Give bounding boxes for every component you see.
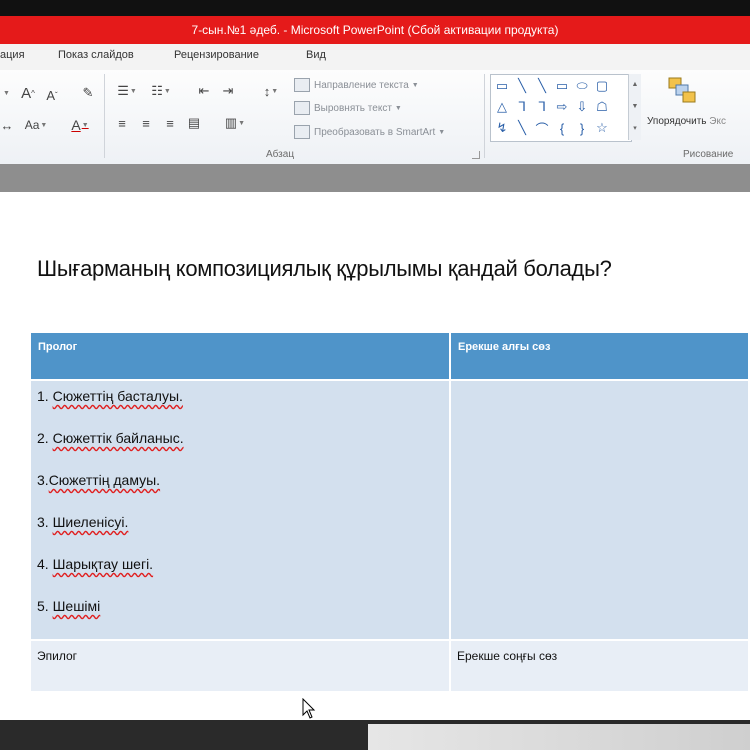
convert-smartart-button[interactable]: Преобразовать в SmartArt ▼ xyxy=(294,125,445,139)
font-group: ▼ A ^ Aˇ ✎ ↔ Aa ▼ A ▼ xyxy=(0,70,102,164)
triangle-shape-icon[interactable]: △ xyxy=(493,98,511,116)
elbow-arrow-connector-icon[interactable]: ᒣ xyxy=(533,98,551,116)
rectangle-shape-icon[interactable]: ▭ xyxy=(553,77,571,95)
slide-title[interactable]: Шығарманың композициялық құрылымы қандай… xyxy=(37,256,612,282)
paragraph-group-label: Абзац xyxy=(266,149,295,160)
scroll-up-icon[interactable]: ▲ xyxy=(629,74,641,96)
numbering-icon[interactable]: ☷ ▼ xyxy=(146,82,176,100)
tab-slideshow[interactable]: Показ слайдов xyxy=(58,49,134,61)
align-text-icon xyxy=(294,101,310,115)
slide[interactable]: Шығарманың композициялық құрылымы қандай… xyxy=(0,192,750,720)
arrange-icon xyxy=(668,77,696,103)
shrink-font-button[interactable]: Aˇ xyxy=(42,86,62,104)
shapes-gallery: ▭ ╲ ╲ ▭ ⬭ ▢ △ ᒣ ᒣ ⇨ ⇩ ☖ ↯ ╲ ⌒ { } ☆ xyxy=(490,74,632,142)
rounded-rect-shape-icon[interactable]: ▢ xyxy=(593,77,611,95)
align-right-icon[interactable]: ≡ xyxy=(160,114,180,132)
top-dark-strip xyxy=(0,0,750,16)
composition-table[interactable]: Пролог Ерекше алғы сөз 1. Сюжеттің баста… xyxy=(31,333,750,691)
list-item: 4. Шарықтау шегі. xyxy=(37,556,154,572)
columns-icon[interactable]: ▥ ▼ xyxy=(220,114,250,132)
star-shape-icon[interactable]: ☆ xyxy=(593,119,611,137)
divider xyxy=(104,74,105,158)
paragraph-dialog-launcher[interactable] xyxy=(472,151,480,159)
change-case-button[interactable]: Aa ▼ xyxy=(22,116,50,134)
clear-format-icon[interactable]: ✎ xyxy=(78,84,98,102)
justify-icon[interactable]: ▤ xyxy=(184,114,204,132)
list-item: 5. Шешімі xyxy=(37,598,101,614)
char-spacing-icon[interactable]: ↔ xyxy=(0,116,14,134)
canvas-gray-area xyxy=(0,164,750,192)
tab-view[interactable]: Вид xyxy=(306,49,326,61)
list-item: 2. Сюжеттік байланыс. xyxy=(37,430,184,446)
divider xyxy=(484,74,485,158)
font-color-button[interactable]: A ▼ xyxy=(66,116,94,134)
arc-shape-icon[interactable]: ⌒ xyxy=(533,119,551,137)
elbow-connector-icon[interactable]: ᒣ xyxy=(513,98,531,116)
line-shape-icon[interactable]: ╲ xyxy=(533,77,551,95)
left-brace-shape-icon[interactable]: { xyxy=(553,119,571,137)
text-direction-button[interactable]: Направление текста ▼ xyxy=(294,78,419,92)
line-spacing-icon[interactable]: ↕ ▼ xyxy=(256,82,286,100)
tab-review[interactable]: Рецензирование xyxy=(174,49,259,61)
list-item: 3.Сюжеттің дамуы. xyxy=(37,472,161,488)
drawing-group-label: Рисование xyxy=(683,149,734,160)
table-cell-afterword[interactable]: Ерекше соңғы сөз xyxy=(450,640,750,691)
grow-font-button[interactable]: A ^ xyxy=(18,84,38,102)
overlay-thumbnail xyxy=(368,724,750,750)
smartart-icon xyxy=(294,125,310,139)
table-cell-empty[interactable] xyxy=(450,379,750,641)
align-center-icon[interactable]: ≡ xyxy=(136,114,156,132)
diagonal-line-icon[interactable]: ╲ xyxy=(513,119,531,137)
window-title-bar: 7-сын.№1 әдеб. - Microsoft PowerPoint (С… xyxy=(0,16,750,44)
table-cell-epilogue[interactable]: Эпилог xyxy=(31,640,451,691)
paragraph-group: ☰ ▼ ☷ ▼ ⇤ ⇥ ↕ ▼ ≡ ≡ ≡ ▤ ▥ ▼ Направление текс… xyxy=(108,70,482,164)
table-header-prologue[interactable]: Пролог xyxy=(31,333,451,380)
arrange-label: Упорядочить Экс xyxy=(647,116,726,127)
line-shape-icon[interactable]: ╲ xyxy=(513,77,531,95)
right-brace-shape-icon[interactable]: } xyxy=(573,119,591,137)
increase-indent-icon[interactable]: ⇥ xyxy=(218,82,238,100)
gallery-more-icon[interactable]: ▾ xyxy=(629,118,641,140)
mouse-pointer-icon xyxy=(302,698,316,719)
tab-animation[interactable]: ация xyxy=(0,49,25,61)
bullets-icon[interactable]: ☰ ▼ xyxy=(112,82,142,100)
down-arrow-shape-icon[interactable]: ⇩ xyxy=(573,98,591,116)
list-item: 1. Сюжеттің басталуы. xyxy=(37,388,183,404)
right-arrow-shape-icon[interactable]: ⇨ xyxy=(553,98,571,116)
ribbon-tabs: ация Показ слайдов Рецензирование Вид xyxy=(0,44,750,71)
table-header-foreword[interactable]: Ерекше алғы сөз xyxy=(450,333,750,380)
shapes-gallery-scroll[interactable]: ▲ ▼ ▾ xyxy=(628,74,641,140)
align-left-icon[interactable]: ≡ xyxy=(112,114,132,132)
curve-connector-icon[interactable]: ↯ xyxy=(493,119,511,137)
oval-shape-icon[interactable]: ⬭ xyxy=(573,77,591,95)
textbox-shape-icon[interactable]: ▭ xyxy=(493,77,511,95)
freeform-shape-icon[interactable]: ☖ xyxy=(593,98,611,116)
decrease-indent-icon[interactable]: ⇤ xyxy=(194,82,214,100)
stages-list: 1. Сюжеттің басталуы. 2. Сюжеттік байлан… xyxy=(31,381,449,639)
align-text-button[interactable]: Выровнять текст ▼ xyxy=(294,101,402,115)
scroll-down-icon[interactable]: ▼ xyxy=(629,96,641,118)
arrange-button[interactable]: Упорядочить Экс xyxy=(645,74,726,144)
table-cell-stages[interactable]: 1. Сюжеттің басталуы. 2. Сюжеттік байлан… xyxy=(31,379,451,641)
font-dropdown-arrow[interactable]: ▼ xyxy=(0,84,12,102)
list-item: 3. Шиеленісуі. xyxy=(37,514,129,530)
window-title: 7-сын.№1 әдеб. - Microsoft PowerPoint (С… xyxy=(191,23,559,37)
text-direction-icon xyxy=(294,78,310,92)
